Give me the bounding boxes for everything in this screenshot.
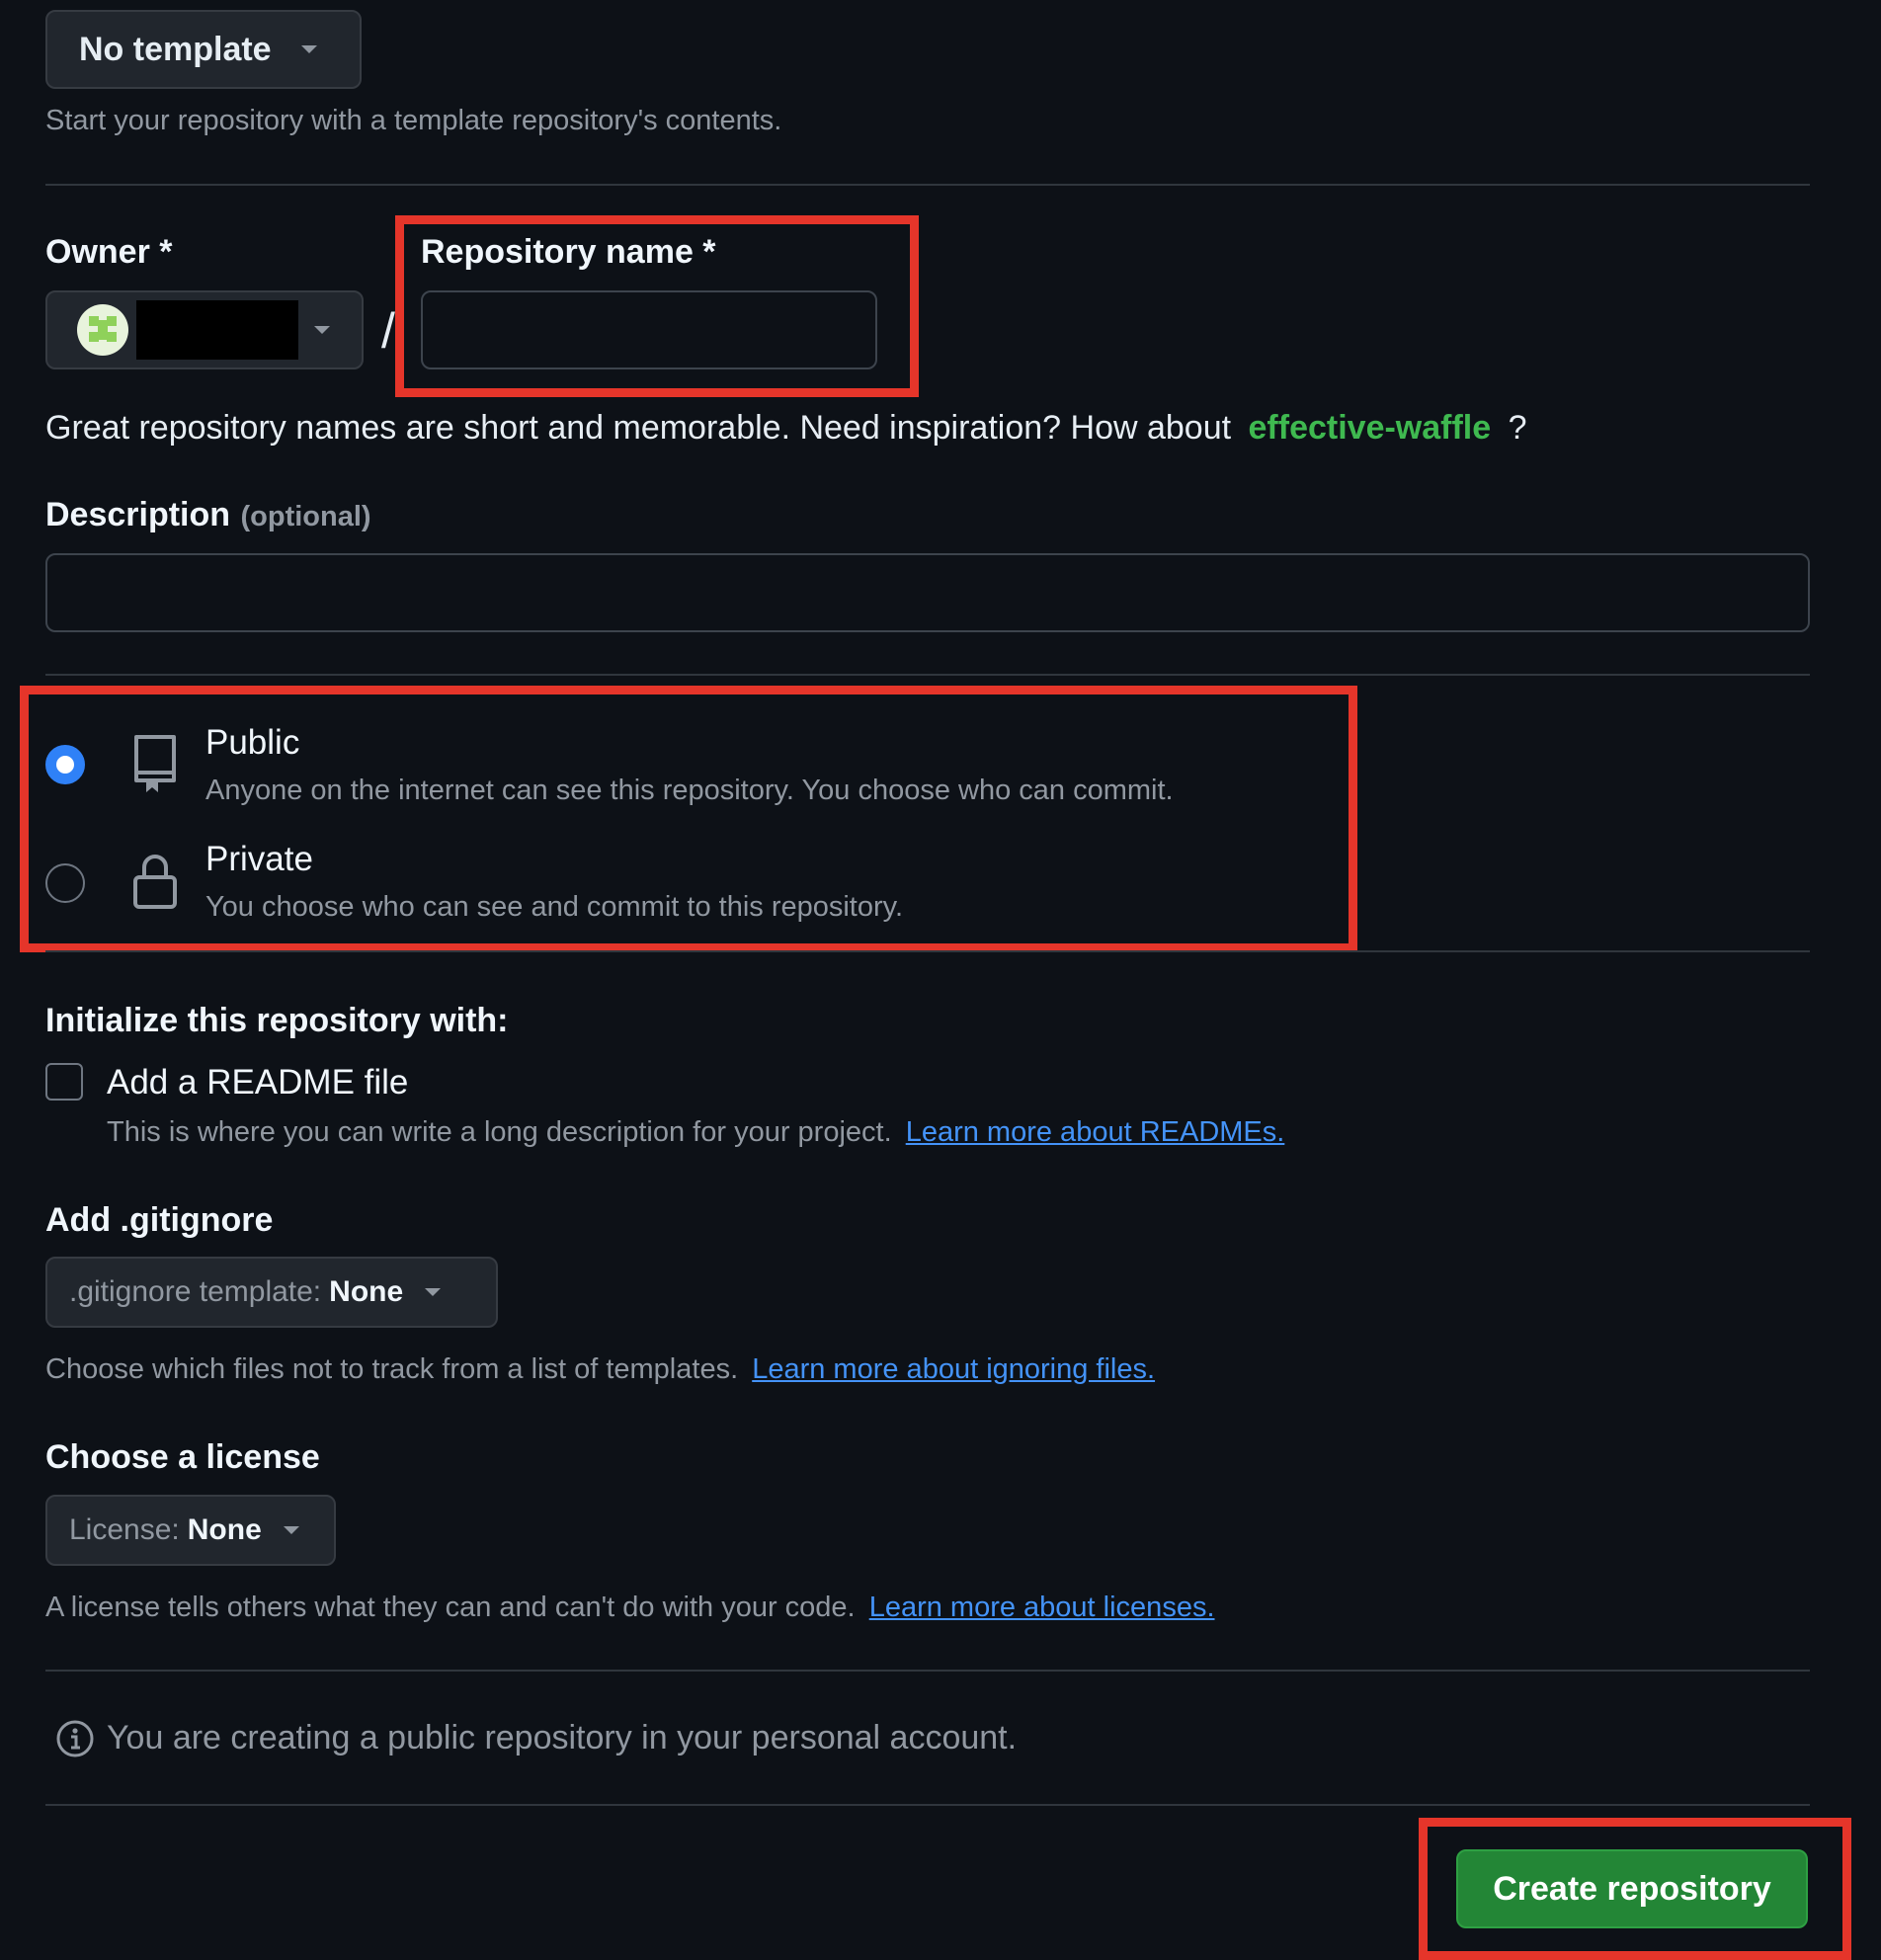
gitignore-description: Choose which files not to track from a l… (45, 1353, 1155, 1386)
owner-name-redacted (136, 300, 298, 360)
gitignore-select-button[interactable]: .gitignore template: None (45, 1257, 498, 1328)
info-icon (55, 1719, 95, 1763)
divider (45, 184, 1810, 186)
visibility-option-public[interactable]: Public Anyone on the internet can see th… (40, 711, 1324, 820)
description-label-row: Description (optional) (45, 496, 371, 534)
repo-name-input[interactable] (421, 290, 877, 369)
readme-learn-more-link[interactable]: Learn more about READMEs. (906, 1116, 1285, 1148)
repo-name-label: Repository name * (421, 233, 716, 271)
repo-name-hint: Great repository names are short and mem… (45, 409, 1527, 448)
visibility-option-private[interactable]: Private You choose who can see and commi… (40, 830, 1324, 939)
readme-description: This is where you can write a long descr… (107, 1116, 1284, 1149)
divider (45, 950, 1810, 952)
radio-private[interactable] (45, 863, 85, 903)
create-repository-button[interactable]: Create repository (1456, 1849, 1808, 1928)
notice-text: You are creating a public repository in … (107, 1719, 1018, 1756)
radio-public[interactable] (45, 745, 85, 784)
license-select-prefix: License: (69, 1513, 180, 1546)
divider (45, 674, 1810, 676)
description-label: Description (45, 496, 231, 533)
chevron-down-icon (314, 326, 330, 334)
gitignore-select-value: None (329, 1275, 404, 1308)
chevron-down-icon (425, 1288, 442, 1296)
lock-icon (130, 852, 180, 916)
readme-label[interactable]: Add a README file (107, 1063, 408, 1102)
gitignore-learn-more-link[interactable]: Learn more about ignoring files. (752, 1353, 1155, 1385)
readme-checkbox[interactable] (45, 1063, 83, 1101)
create-repository-label: Create repository (1493, 1869, 1771, 1908)
repo-name-hint-text: Great repository names are short and mem… (45, 409, 1232, 447)
license-select-value: None (187, 1513, 262, 1546)
owner-select-button[interactable] (45, 290, 364, 369)
owner-label: Owner * (45, 233, 173, 271)
readme-desc-text: This is where you can write a long descr… (107, 1116, 892, 1148)
license-heading: Choose a license (45, 1438, 320, 1476)
divider (45, 1670, 1810, 1672)
identicon-icon (89, 316, 117, 342)
divider (45, 1804, 1810, 1806)
repo-name-suggestion[interactable]: effective-waffle (1249, 409, 1492, 447)
chevron-down-icon (300, 45, 317, 53)
template-select-button[interactable]: No template (45, 10, 362, 89)
chevron-down-icon (283, 1526, 299, 1534)
license-description: A license tells others what they can and… (45, 1592, 1215, 1624)
gitignore-heading: Add .gitignore (45, 1201, 274, 1239)
repo-icon (130, 733, 180, 799)
description-optional: (optional) (240, 501, 371, 532)
gitignore-desc-text: Choose which files not to track from a l… (45, 1353, 739, 1385)
visibility-public-desc: Anyone on the internet can see this repo… (205, 775, 1174, 806)
license-select-button[interactable]: License: None (45, 1495, 336, 1566)
template-select-label: No template (79, 30, 272, 68)
avatar (77, 304, 128, 356)
visibility-private-title: Private (205, 840, 313, 878)
gitignore-select-prefix: .gitignore template: (69, 1275, 322, 1308)
license-desc-text: A license tells others what they can and… (45, 1592, 856, 1623)
visibility-private-desc: You choose who can see and commit to thi… (205, 891, 904, 923)
license-learn-more-link[interactable]: Learn more about licenses. (869, 1592, 1215, 1623)
visibility-public-title: Public (205, 723, 300, 762)
description-input[interactable] (45, 553, 1810, 632)
template-help-text: Start your repository with a template re… (45, 105, 782, 136)
init-heading: Initialize this repository with: (45, 1002, 509, 1039)
owner-repo-separator: / (381, 303, 395, 359)
repo-name-hint-suffix: ? (1508, 409, 1527, 447)
